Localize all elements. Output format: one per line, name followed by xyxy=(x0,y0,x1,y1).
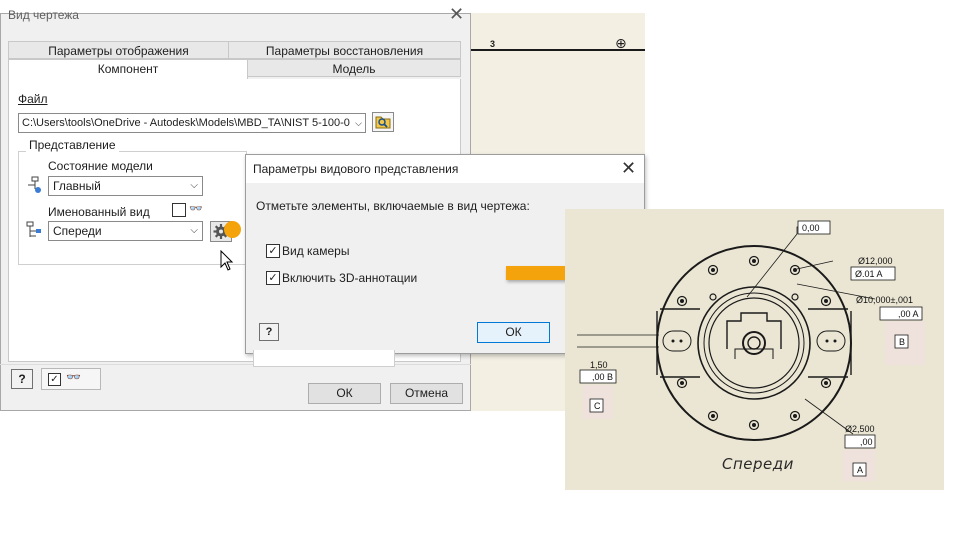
model-state-label: Состояние модели xyxy=(48,159,153,173)
tab-component[interactable]: Компонент xyxy=(8,59,248,79)
model-state-icon xyxy=(28,176,41,193)
include-3d-annotations-checkbox[interactable]: ✓ xyxy=(266,271,280,285)
preview-checkbox[interactable]: ✓ xyxy=(48,373,61,386)
close-icon[interactable]: ✕ xyxy=(449,4,464,25)
mouse-pointer-icon xyxy=(220,250,234,271)
datum-c-label: C xyxy=(594,401,601,411)
preview-glasses-icon[interactable]: 👓 xyxy=(66,370,81,384)
model-state-select[interactable]: Главный ⌵ xyxy=(48,176,203,196)
chevron-down-icon: ⌵ xyxy=(190,225,198,236)
help-button[interactable]: ? xyxy=(259,323,279,341)
tab-model[interactable]: Модель xyxy=(247,59,461,77)
sub-dialog-prompt: Отметьте элементы, включаемые в вид черт… xyxy=(256,199,530,213)
help-button[interactable]: ? xyxy=(11,369,33,389)
drawing-view-preview xyxy=(565,209,944,490)
circularity-tolerance: ,00 xyxy=(860,437,873,447)
diameter-10-tolerance: ,00 A xyxy=(898,309,919,319)
chevron-down-icon: ⌵ xyxy=(190,180,198,191)
diameter-10-dimension: Ø10,000±,001 xyxy=(856,295,913,305)
include-3d-annotations-label[interactable]: Включить 3D-аннотации xyxy=(282,271,417,285)
dimension-150: 1,50 xyxy=(590,360,608,370)
sub-dialog-title: Параметры видового представления xyxy=(253,162,459,176)
sheet-column-number: 3 xyxy=(490,39,496,49)
named-view-icon xyxy=(26,221,41,237)
named-view-label: Именованный вид xyxy=(48,205,150,219)
dialog-title: Вид чертежа xyxy=(8,8,79,22)
file-path-value: C:\Users\tools\OneDrive - Autodesk\Model… xyxy=(22,117,350,129)
cancel-button[interactable]: Отмена xyxy=(390,383,463,404)
position-tolerance: ,00 B xyxy=(592,372,614,382)
camera-view-checkbox[interactable]: ✓ xyxy=(266,244,280,258)
file-label: Файл xyxy=(18,92,48,106)
folder-search-icon xyxy=(375,116,391,129)
camera-view-label[interactable]: Вид камеры xyxy=(282,244,349,258)
datum-a-label: A xyxy=(857,465,864,475)
tab-recovery-options[interactable]: Параметры восстановления xyxy=(228,41,461,59)
named-view-value: Спереди xyxy=(53,224,102,238)
tab-display-options[interactable]: Параметры отображения xyxy=(8,41,229,59)
model-state-value: Главный xyxy=(53,179,101,193)
diameter-12-dimension: Ø12,000 xyxy=(858,256,893,266)
diameter-25-dimension: Ø2,500 xyxy=(845,424,875,434)
footer-separator xyxy=(0,364,471,365)
highlight-marker xyxy=(224,221,241,238)
datum-b-label: B xyxy=(899,337,906,347)
underlying-dialog-edge xyxy=(253,350,395,367)
named-view-select[interactable]: Спереди ⌵ xyxy=(48,221,203,241)
flatness-tolerance: 0,00 xyxy=(802,223,820,233)
named-view-checkbox[interactable] xyxy=(172,203,186,217)
chevron-down-icon: ⌵ xyxy=(355,118,362,128)
ok-button[interactable]: ОК xyxy=(477,322,550,343)
glasses-icon: 👓 xyxy=(189,203,203,215)
ok-button[interactable]: ОК xyxy=(308,383,381,404)
representation-label: Представление xyxy=(26,138,119,152)
file-path-select[interactable]: C:\Users\tools\OneDrive - Autodesk\Model… xyxy=(18,113,366,133)
diameter-12-tolerance: Ø.01 A xyxy=(855,269,883,279)
close-icon[interactable]: ✕ xyxy=(621,158,636,179)
browse-file-button[interactable] xyxy=(372,112,394,132)
view-caption: Спереди xyxy=(722,455,794,473)
datum-symbol: ⊕ xyxy=(615,35,627,51)
